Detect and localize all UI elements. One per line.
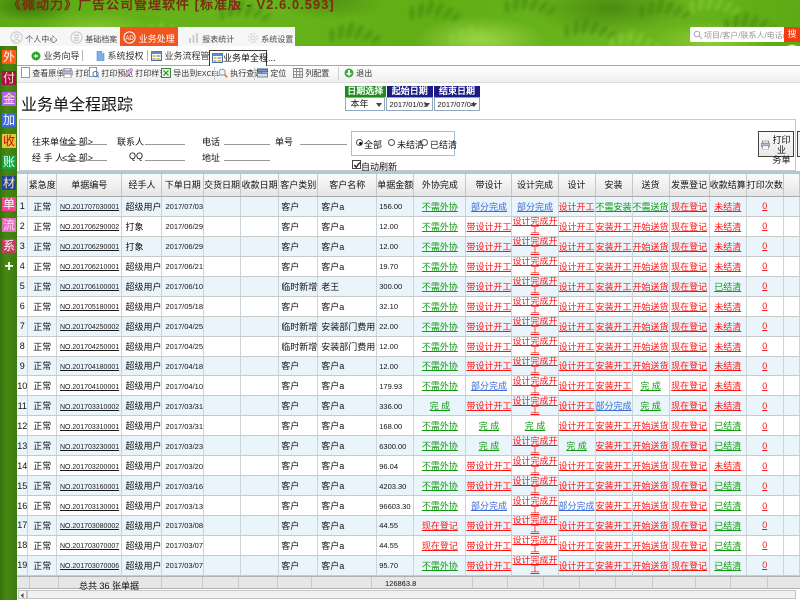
svg-text:AD: AD <box>126 36 135 42</box>
